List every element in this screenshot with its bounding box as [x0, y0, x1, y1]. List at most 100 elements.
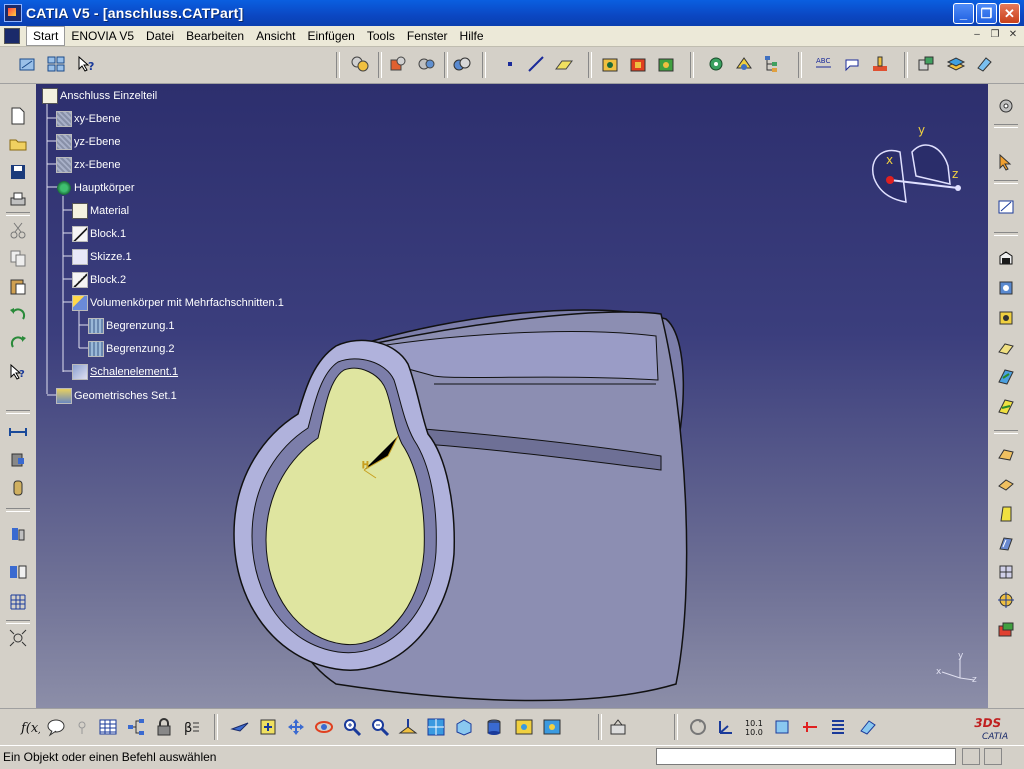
- status-button-1[interactable]: [962, 748, 980, 765]
- select-arrow-icon[interactable]: [994, 150, 1018, 174]
- menu-ansicht[interactable]: Ansicht: [250, 27, 301, 45]
- update-icon[interactable]: [686, 715, 710, 739]
- multisection-solid-icon[interactable]: [994, 394, 1018, 418]
- constraint-icon[interactable]: [798, 715, 822, 739]
- whats-this-icon[interactable]: ?: [74, 52, 98, 76]
- comment-icon[interactable]: [44, 715, 68, 739]
- hole-icon[interactable]: [994, 276, 1018, 300]
- boolean-box-icon[interactable]: [994, 618, 1018, 642]
- structure-tree-icon[interactable]: [760, 52, 784, 76]
- text-annotation-icon[interactable]: ABC: [812, 52, 836, 76]
- pad-icon[interactable]: [994, 246, 1018, 270]
- multi-view-icon[interactable]: [424, 715, 448, 739]
- measure-icon[interactable]: [868, 52, 892, 76]
- open-folder-icon[interactable]: [6, 132, 30, 156]
- menu-start[interactable]: Start: [26, 26, 66, 46]
- normal-view-icon[interactable]: [396, 715, 420, 739]
- tree-node-multisection[interactable]: Volumenkörper mit Mehrfachschnitten.1: [72, 295, 284, 311]
- hybrid-design-icon[interactable]: [732, 52, 756, 76]
- menu-einfuegen[interactable]: Einfügen: [301, 27, 360, 45]
- menu-enovia[interactable]: ENOVIA V5: [65, 27, 140, 45]
- close-button[interactable]: ✕: [999, 3, 1020, 24]
- sketcher-icon[interactable]: [16, 52, 40, 76]
- save-icon[interactable]: [6, 160, 30, 184]
- redo-icon[interactable]: [6, 330, 30, 354]
- apply-material-icon[interactable]: [6, 522, 30, 546]
- doc-restore-button[interactable]: ❐: [988, 28, 1002, 42]
- eraser-icon[interactable]: [972, 52, 996, 76]
- maximize-button[interactable]: ❐: [976, 3, 997, 24]
- work-object-icon[interactable]: [770, 715, 794, 739]
- shading-icon[interactable]: [482, 715, 506, 739]
- menu-hilfe[interactable]: Hilfe: [454, 27, 490, 45]
- boolean-icon[interactable]: [450, 52, 474, 76]
- grid-icon[interactable]: [6, 590, 30, 614]
- tree-node-zx-plane[interactable]: zx-Ebene: [56, 157, 120, 173]
- multi-sketch-icon[interactable]: [44, 52, 68, 76]
- new-file-icon[interactable]: [6, 104, 30, 128]
- line-icon[interactable]: [524, 52, 548, 76]
- hide-show-icon[interactable]: [512, 715, 536, 739]
- tree-node-shell-1[interactable]: Schalenelement.1: [72, 364, 178, 380]
- cut-icon[interactable]: [6, 218, 30, 242]
- menu-tools[interactable]: Tools: [361, 27, 401, 45]
- minimize-button[interactable]: _: [953, 3, 974, 24]
- copy-icon[interactable]: [6, 246, 30, 270]
- compass-icon[interactable]: x y z: [864, 118, 974, 214]
- sketcher-mode-icon[interactable]: [994, 194, 1018, 218]
- command-input[interactable]: [656, 748, 956, 765]
- zoom-out-icon[interactable]: [368, 715, 392, 739]
- render-style-icon[interactable]: [914, 52, 938, 76]
- rib-icon[interactable]: [994, 336, 1018, 360]
- 3d-viewport[interactable]: H Anschluss Einzelteil xy-Ebene yz-Ebene…: [36, 84, 988, 708]
- doc-minimize-button[interactable]: –: [970, 28, 984, 42]
- swap-visible-icon[interactable]: [540, 715, 564, 739]
- print-icon[interactable]: [6, 188, 30, 212]
- formula-icon[interactable]: f(x): [18, 715, 42, 739]
- pad-feature-icon[interactable]: [598, 52, 622, 76]
- fit-all-icon[interactable]: [6, 626, 30, 650]
- tree-node-sketch-1[interactable]: Skizze.1: [72, 249, 132, 265]
- tree-root[interactable]: Anschluss Einzelteil: [42, 88, 157, 104]
- catalog-icon[interactable]: [348, 52, 372, 76]
- paste-icon[interactable]: [6, 274, 30, 298]
- fit-all-in-icon[interactable]: [256, 715, 280, 739]
- doc-close-button[interactable]: ✕: [1006, 28, 1020, 42]
- chamfer-icon[interactable]: [994, 472, 1018, 496]
- lock-icon[interactable]: [152, 715, 176, 739]
- measure-inertia-icon[interactable]: [6, 476, 30, 500]
- tree-node-xy-plane[interactable]: xy-Ebene: [56, 111, 120, 127]
- target-icon[interactable]: [994, 588, 1018, 612]
- parameter-icon[interactable]: [70, 715, 94, 739]
- axis-system-icon[interactable]: [714, 715, 738, 739]
- status-button-2[interactable]: [984, 748, 1002, 765]
- document-icon[interactable]: [4, 28, 20, 44]
- iso-view-icon[interactable]: [452, 715, 476, 739]
- plane-icon[interactable]: [552, 52, 576, 76]
- options-gear-icon[interactable]: [994, 94, 1018, 118]
- thickness-icon[interactable]: [994, 560, 1018, 584]
- shaft-feature-icon[interactable]: [654, 52, 678, 76]
- pocket-feature-icon[interactable]: [626, 52, 650, 76]
- draft-icon[interactable]: [994, 502, 1018, 526]
- fly-mode-icon[interactable]: [228, 715, 252, 739]
- sketch-analysis-icon[interactable]: [6, 560, 30, 584]
- menu-bearbeiten[interactable]: Bearbeiten: [180, 27, 250, 45]
- tree-node-geometric-set-1[interactable]: Geometrisches Set.1: [56, 388, 177, 404]
- table-icon[interactable]: [96, 715, 120, 739]
- tree-node-material[interactable]: Material: [72, 203, 129, 219]
- menu-fenster[interactable]: Fenster: [401, 27, 454, 45]
- knowledge-tree-icon[interactable]: [124, 715, 148, 739]
- tree-node-yz-plane[interactable]: yz-Ebene: [56, 134, 120, 150]
- create-datum-icon[interactable]: [606, 715, 630, 739]
- tree-node-boundary-1[interactable]: Begrenzung.1: [88, 318, 175, 334]
- tree-node-block-1[interactable]: Block.1: [72, 226, 126, 242]
- tree-node-main-body[interactable]: Hauptkörper: [56, 180, 135, 196]
- list-view-icon[interactable]: [826, 715, 850, 739]
- help-icon[interactable]: ?: [6, 360, 30, 384]
- shell-icon[interactable]: [994, 532, 1018, 556]
- measure-item-icon[interactable]: [6, 448, 30, 472]
- menu-datei[interactable]: Datei: [140, 27, 180, 45]
- knowledge-icon[interactable]: [704, 52, 728, 76]
- pan-icon[interactable]: [284, 715, 308, 739]
